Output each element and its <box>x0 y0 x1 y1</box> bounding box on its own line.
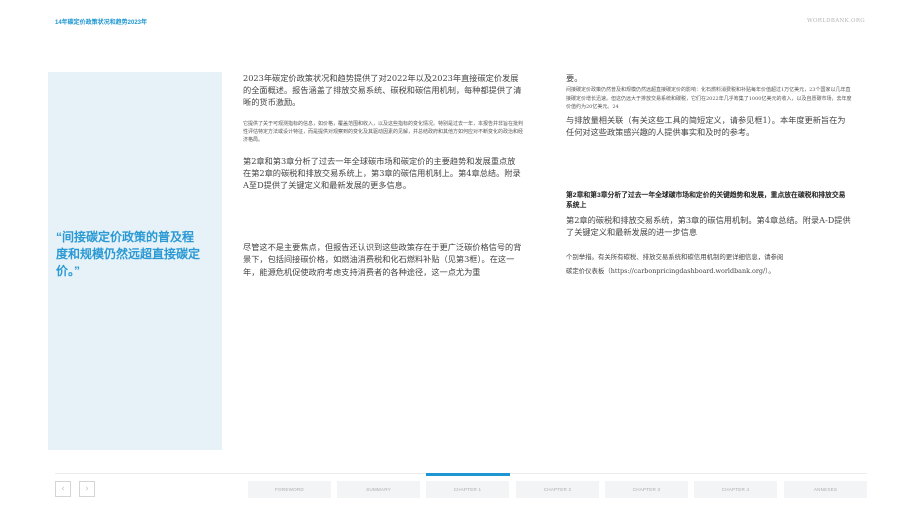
paragraph-chapters-summary: 第2章的碳税和排放交易系统，第3章的碳信用机制。第4章总结。附录A-D提供了关键… <box>566 214 851 237</box>
tab-annexes[interactable]: ANNEXES <box>784 481 867 498</box>
paragraph-intro: 2023年碳定价政策状况和趋势提供了对2022年以及2023年直接碳定价发展的全… <box>243 73 522 108</box>
paragraph-footnote: 间接碳定价政策仍然普及和规模仍然远超直接碳定价的影响：化石燃料消费税和补贴每年价… <box>566 87 852 110</box>
tab-chapter-4[interactable]: CHAPTER 4 <box>694 481 777 498</box>
paragraph-chapters: 第2章和第3章分析了过去一年全球碳市场和碳定价的主要趋势和发展重点放在第2章的碳… <box>243 155 521 190</box>
paragraph-indicators: 它提供了关于可观测指标的信息，如价格，覆盖范围和收入，以及这些指标的变化情况。特… <box>243 120 524 144</box>
tab-summary[interactable]: SUMMARY <box>337 481 420 498</box>
pull-quote: “间接碳定价政策的普及程度和规模仍然远超直接碳定价。” <box>56 230 201 278</box>
section-heading: 第2章和第3章分析了过去一年全球碳市场和定价的关键趋势和发展，重点放在碳税和排放… <box>566 191 846 209</box>
paragraph-indirect-pricing: 尽管这不是主要焦点，但报告还认识到这些政策存在于更广泛碳价格信号的背景下，包括间… <box>243 242 522 277</box>
text-column-left: 2023年碳定价政策状况和趋势提供了对2022年以及2023年直接碳定价发展的全… <box>243 72 523 278</box>
tab-chapter-1[interactable]: CHAPTER 1 <box>426 481 509 498</box>
chevron-right-icon[interactable]: › <box>79 481 95 497</box>
worldbank-link[interactable]: WORLDBANK.ORG <box>807 18 865 24</box>
tab-chapter-2[interactable]: CHAPTER 2 <box>516 481 599 498</box>
text-column-right: 要。 间接碳定价政策仍然普及和规模仍然远超直接碳定价的影响：化石燃料消费税和补贴… <box>566 72 852 276</box>
active-tab-indicator <box>426 473 510 476</box>
paragraph-continued: 要。 <box>566 73 583 83</box>
paragraph-initiatives: 个别举措。有关所有碳税、排放交易系统和碳信用机制的更详细信息，请参阅 <box>566 252 784 261</box>
chevron-left-icon[interactable]: ‹ <box>55 481 71 497</box>
paragraph-update-aim: 与排放量相关联（有关这些工具的简短定义，请参见框1）。本年度更新旨在为任何对这些… <box>566 115 846 138</box>
dashboard-link[interactable]: 碳定价仪表板（https://carbonpricingdashboard.wo… <box>566 266 852 276</box>
tab-chapter-3[interactable]: CHAPTER 3 <box>605 481 688 498</box>
report-header-title: 14年碳定价政策状况和趋势2023年 <box>55 20 148 26</box>
tab-foreword[interactable]: FOREWORD <box>248 481 331 498</box>
